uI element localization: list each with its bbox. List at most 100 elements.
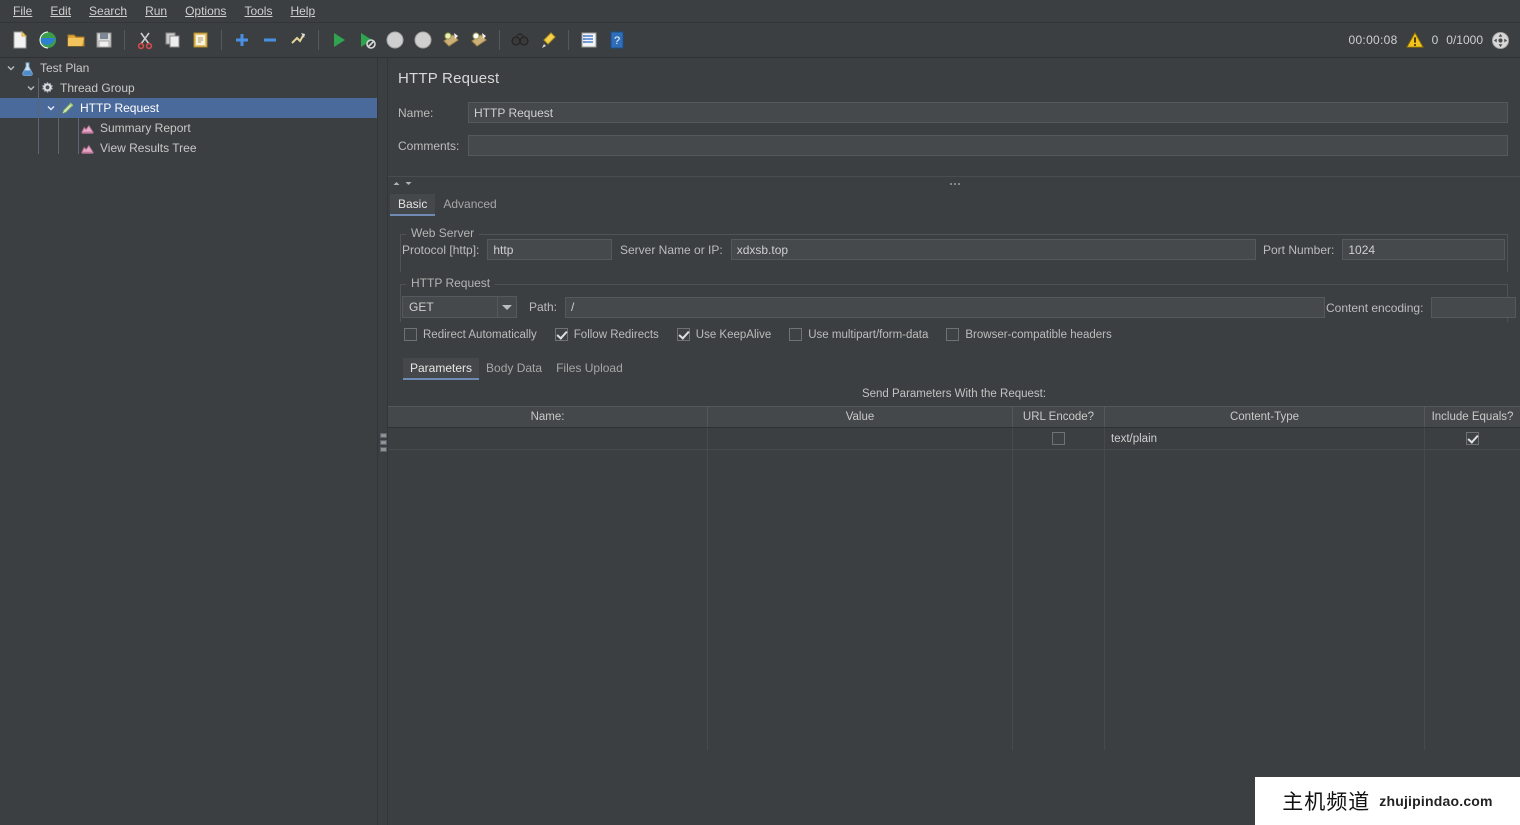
chevron-down-icon[interactable] [4, 58, 18, 78]
panel-splitter[interactable] [377, 58, 388, 825]
open-folder-icon[interactable] [63, 27, 89, 53]
column-header-include-equals[interactable]: Include Equals? [1425, 407, 1520, 427]
cell-include-equals[interactable] [1425, 428, 1520, 449]
content-encoding-input[interactable] [1431, 297, 1517, 318]
clear-all-icon[interactable] [466, 27, 492, 53]
menu-item-options[interactable]: Options [176, 1, 235, 21]
content-encoding-row: Content encoding: [1326, 297, 1517, 318]
tab-overflow-icon[interactable] [950, 182, 1520, 185]
tab-parameters[interactable]: Parameters [403, 358, 480, 380]
use-keepalive-checkbox[interactable]: Use KeepAlive [676, 328, 771, 341]
web-server-group-title: Web Server [406, 226, 480, 240]
chevron-down-icon[interactable] [24, 78, 38, 98]
empty-cell [1105, 450, 1425, 750]
tab-basic[interactable]: Basic [390, 194, 436, 216]
protocol-input[interactable] [487, 239, 613, 260]
expand-all-icon[interactable] [229, 27, 255, 53]
sidebar-item-label: HTTP Request [80, 101, 160, 115]
thread-group-icon [38, 79, 56, 97]
group-border [400, 284, 1508, 285]
url-encode-checkbox[interactable] [1052, 432, 1065, 445]
checkbox-box[interactable] [554, 328, 568, 341]
cell-content-type[interactable]: text/plain [1105, 428, 1425, 449]
tab-advanced[interactable]: Advanced [435, 194, 504, 216]
checkbox-box[interactable] [676, 328, 690, 341]
menu-item-help[interactable]: Help [281, 1, 324, 21]
sidebar-item-view-results-tree[interactable]: View Results Tree [0, 138, 377, 158]
start-no-timers-icon[interactable] [354, 27, 380, 53]
column-header-content-type[interactable]: Content-Type [1105, 407, 1425, 427]
toggle-icon[interactable] [285, 27, 311, 53]
toolbar-separator [568, 30, 569, 50]
checkbox-label: Browser-compatible headers [965, 328, 1112, 341]
tree-guide [78, 118, 79, 154]
menu-item-run[interactable]: Run [136, 1, 176, 21]
redirect-automatically-checkbox[interactable]: Redirect Automatically [404, 328, 537, 341]
chevron-down-icon [405, 182, 412, 185]
port-input[interactable] [1342, 239, 1506, 260]
tab-label: Parameters [410, 361, 473, 375]
sidebar-item-summary-report[interactable]: Summary Report [0, 118, 377, 138]
collapse-all-icon[interactable] [257, 27, 283, 53]
checkbox-box[interactable] [789, 328, 803, 341]
cell-value[interactable] [708, 428, 1013, 449]
sidebar-item-test-plan[interactable]: Test Plan [0, 58, 377, 78]
column-header-name[interactable]: Name: [388, 407, 708, 427]
copy-icon[interactable] [160, 27, 186, 53]
save-icon[interactable] [91, 27, 117, 53]
paste-icon[interactable] [188, 27, 214, 53]
cut-icon[interactable] [132, 27, 158, 53]
activity-icon[interactable] [1491, 31, 1510, 50]
checkbox-box[interactable] [404, 328, 417, 341]
checkbox-box[interactable] [946, 328, 960, 341]
tab-body-data[interactable]: Body Data [479, 358, 549, 380]
chevron-down-icon[interactable] [44, 98, 58, 118]
port-row: Port Number: [1263, 239, 1506, 260]
name-input[interactable] [468, 102, 1508, 123]
function-helper-icon[interactable] [576, 27, 602, 53]
table-row[interactable]: text/plain [388, 428, 1520, 450]
test-plan-tree[interactable]: Test Plan Thread Group HTTP Request Summ… [0, 58, 377, 825]
search-reset-icon[interactable] [535, 27, 561, 53]
search-icon[interactable] [507, 27, 533, 53]
shutdown-icon[interactable] [410, 27, 436, 53]
group-border [400, 234, 1508, 235]
path-input[interactable] [565, 296, 1326, 318]
follow-redirects-checkbox[interactable]: Follow Redirects [554, 328, 659, 341]
use-multipart-checkbox[interactable]: Use multipart/form-data [789, 328, 928, 341]
templates-icon[interactable] [35, 27, 61, 53]
include-equals-checkbox[interactable] [1466, 432, 1479, 445]
method-row: GET Path: [402, 296, 1326, 318]
clear-icon[interactable] [438, 27, 464, 53]
menu-item-tools[interactable]: Tools [235, 1, 281, 21]
comments-input[interactable] [468, 135, 1508, 156]
parameters-table[interactable]: Name: Value URL Encode? Content-Type Inc… [388, 406, 1520, 750]
help-icon[interactable]: ? [604, 27, 630, 53]
warning-icon[interactable] [1405, 31, 1424, 49]
chevron-down-icon[interactable] [497, 297, 516, 317]
start-icon[interactable] [326, 27, 352, 53]
tab-files-upload[interactable]: Files Upload [549, 358, 630, 380]
sidebar-item-http-request[interactable]: HTTP Request [0, 98, 377, 118]
cell-name[interactable] [388, 428, 708, 449]
menu-item-edit[interactable]: Edit [41, 1, 80, 21]
column-header-url-encode[interactable]: URL Encode? [1013, 407, 1105, 427]
sidebar-item-thread-group[interactable]: Thread Group [0, 78, 377, 98]
table-empty-area[interactable] [388, 450, 1520, 750]
server-input[interactable] [730, 239, 1256, 260]
method-select[interactable]: GET [402, 296, 517, 318]
name-label: Name: [398, 105, 434, 120]
toolbar-separator [221, 30, 222, 50]
menu-item-search[interactable]: Search [80, 1, 136, 21]
cell-url-encode[interactable] [1013, 428, 1105, 449]
menu-item-label: Options [185, 4, 227, 18]
splitter-grip[interactable] [380, 433, 387, 452]
menu-item-file[interactable]: File [4, 1, 41, 21]
path-label: Path: [529, 300, 558, 314]
new-file-icon[interactable] [7, 27, 33, 53]
stop-icon[interactable] [382, 27, 408, 53]
browser-compatible-headers-checkbox[interactable]: Browser-compatible headers [946, 328, 1112, 341]
sidebar-item-label: Test Plan [40, 61, 90, 75]
collapse-arrows[interactable] [388, 179, 413, 188]
column-header-value[interactable]: Value [708, 407, 1013, 427]
